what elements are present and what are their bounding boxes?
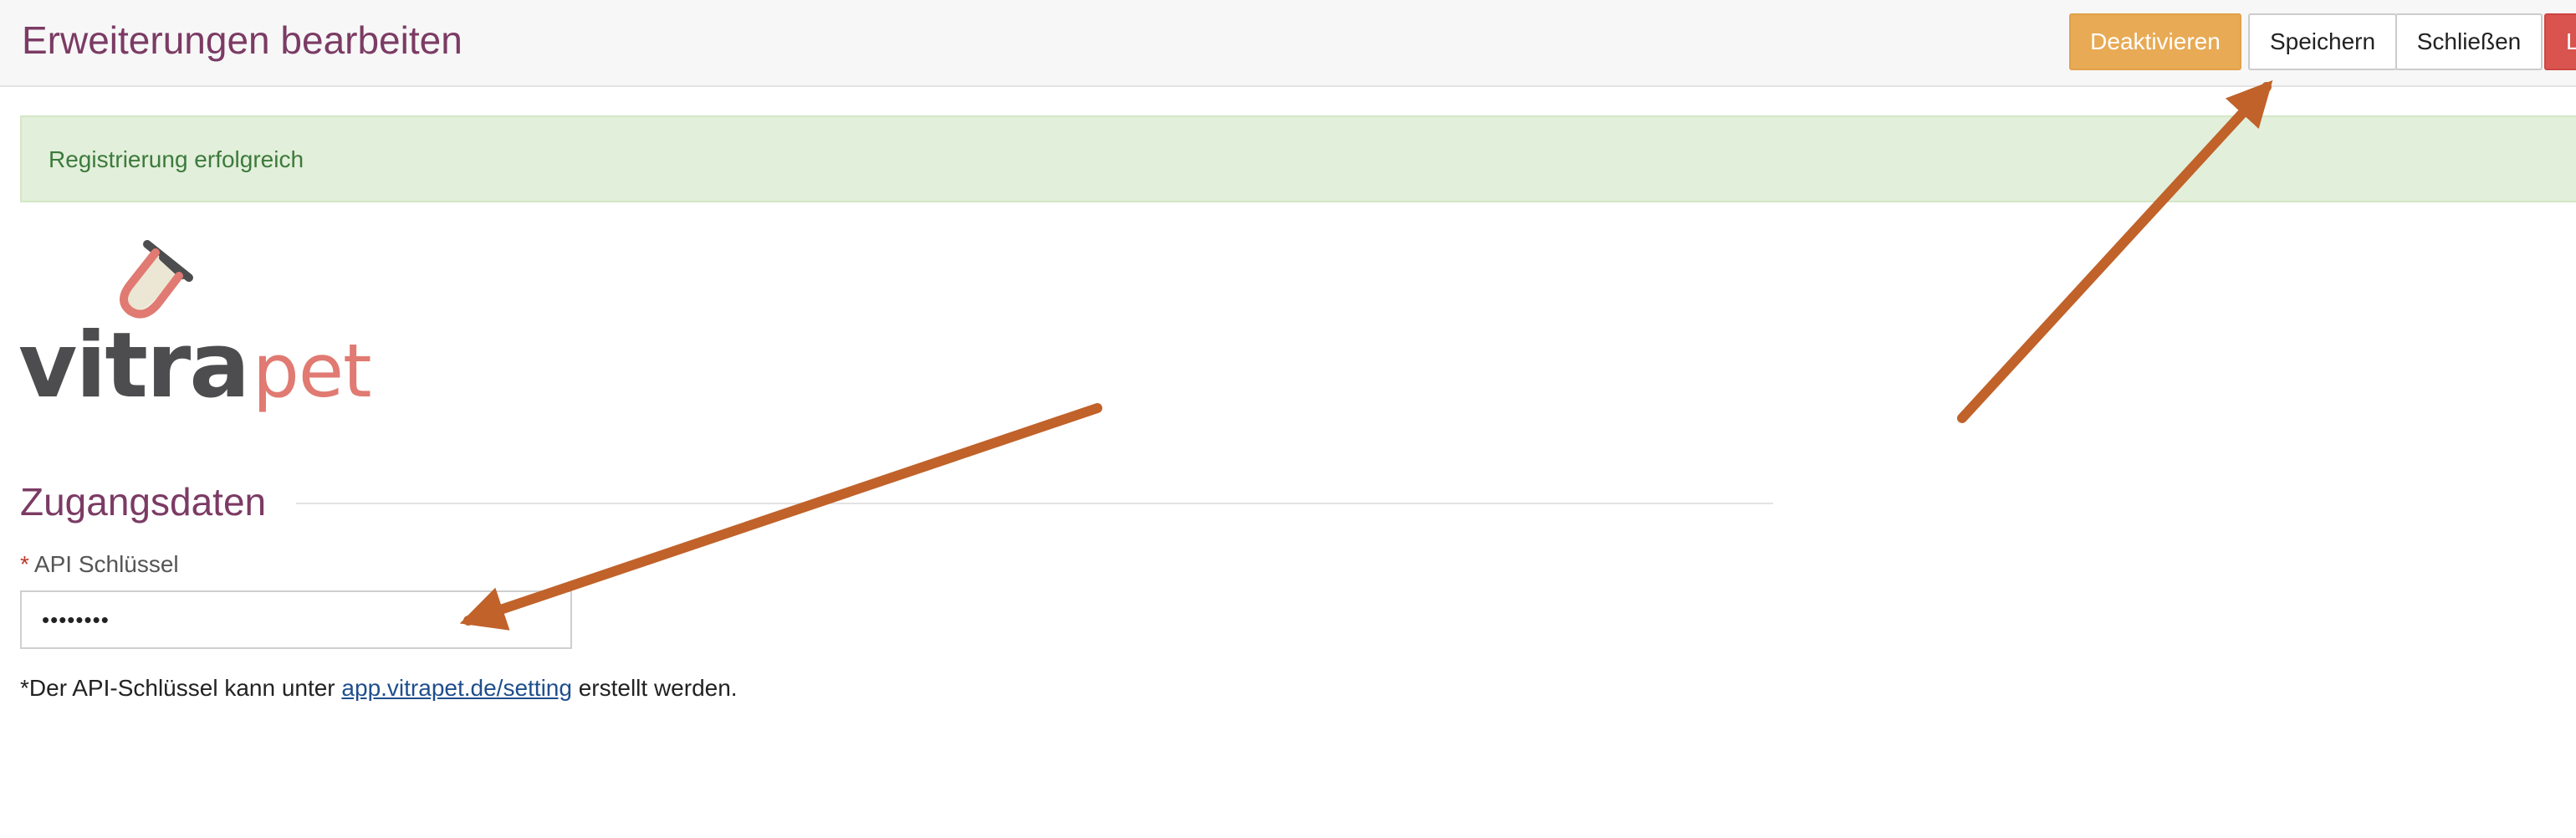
deactivate-button[interactable]: Deaktivieren <box>2069 13 2241 70</box>
section-divider <box>296 503 1773 504</box>
logo-text-dark: vitra <box>18 314 248 416</box>
close-button[interactable]: Schließen <box>2395 13 2543 70</box>
api-key-label-text: API Schlüssel <box>33 551 179 577</box>
save-button[interactable]: Speichern <box>2248 13 2397 70</box>
section-title: Zugangsdaten <box>20 480 267 524</box>
success-alert: Registrierung erfolgreich <box>20 115 2576 202</box>
alert-message: Registrierung erfolgreich <box>49 146 304 172</box>
required-marker: * <box>20 551 29 577</box>
vitrapet-logo: vitra pet <box>18 232 386 416</box>
api-key-input[interactable] <box>20 590 572 649</box>
api-key-label: * API Schlüssel <box>20 550 179 579</box>
help-text: *Der API-Schlüssel kann unter app.vitrap… <box>20 674 738 703</box>
delete-button[interactable]: L <box>2544 13 2576 70</box>
header-bar: Erweiterungen bearbeiten Deaktivieren Sp… <box>0 0 2576 87</box>
page-title: Erweiterungen bearbeiten <box>22 18 463 62</box>
help-text-suffix: erstellt werden. <box>571 675 738 701</box>
logo-text-accent: pet <box>253 328 371 414</box>
help-text-prefix: *Der API-Schlüssel kann unter <box>20 675 342 701</box>
test-tube-icon <box>120 240 193 319</box>
settings-link[interactable]: app.vitrapet.de/setting <box>341 675 572 701</box>
annotation-arrow-to-api-key <box>459 403 1102 631</box>
